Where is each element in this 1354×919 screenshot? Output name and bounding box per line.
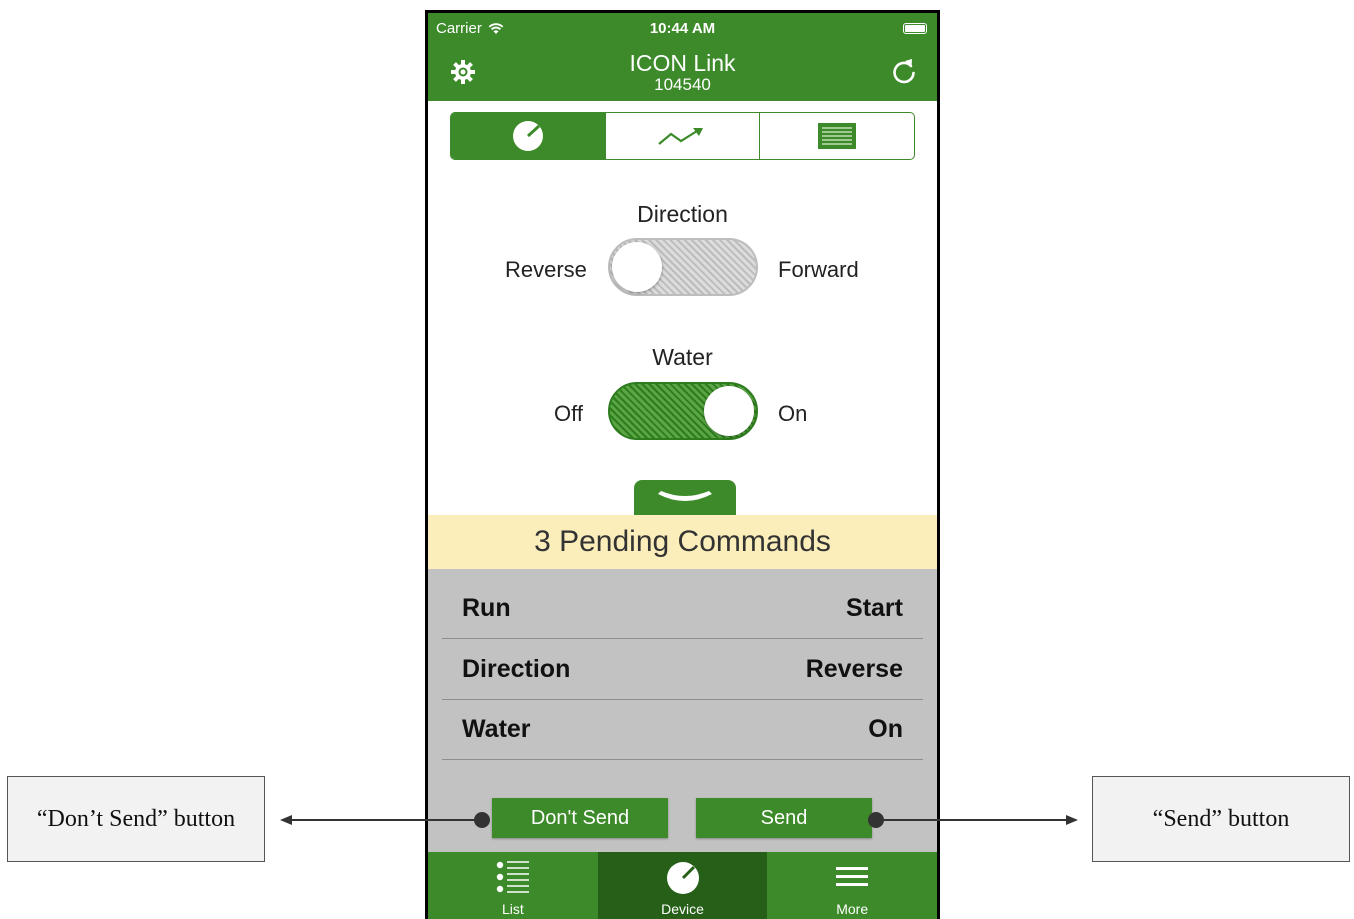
send-pointer bbox=[868, 812, 1078, 828]
dont-send-pointer bbox=[280, 812, 490, 828]
annotation-arrows bbox=[280, 812, 1078, 828]
